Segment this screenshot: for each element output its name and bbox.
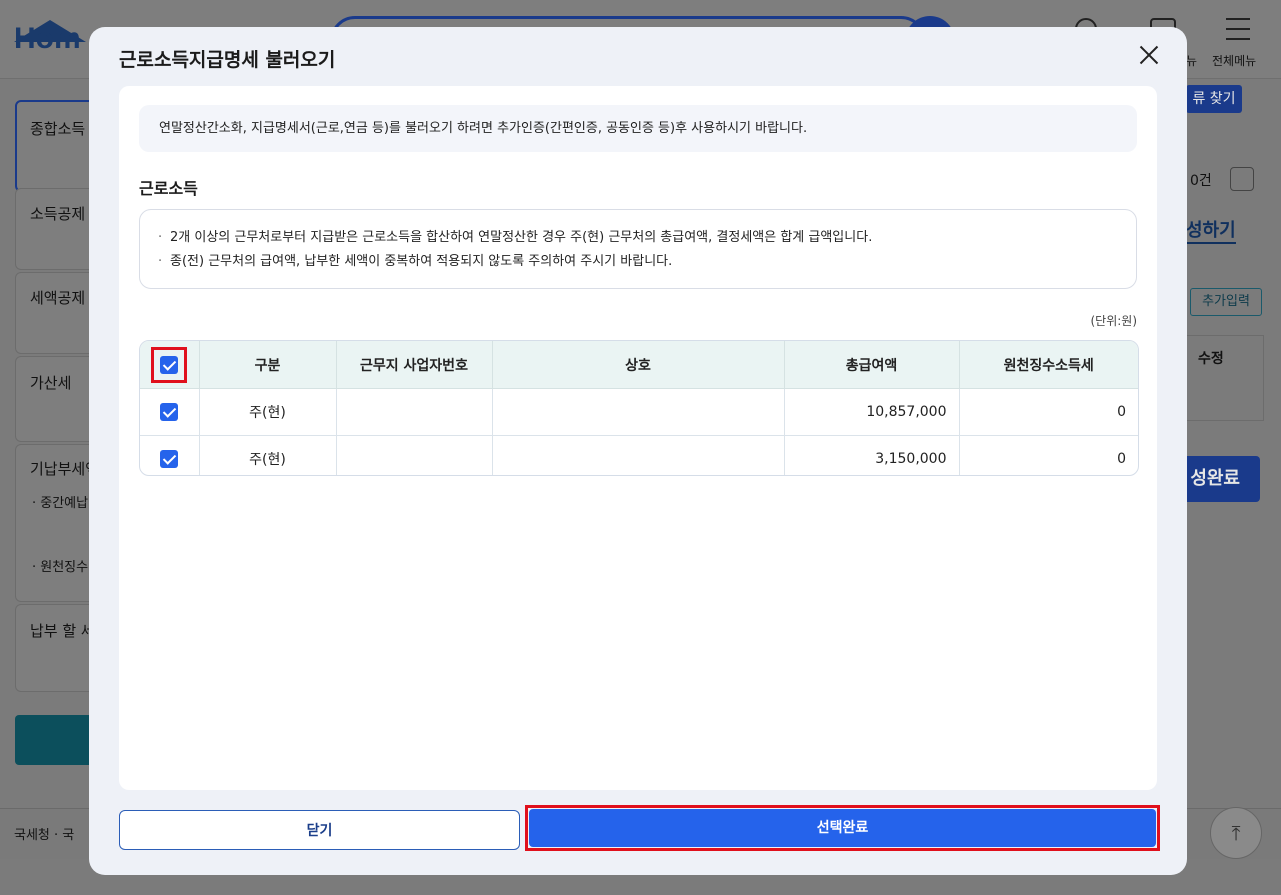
bizno-cell xyxy=(336,435,493,475)
find-document-button[interactable]: 류 찾기 xyxy=(1186,85,1242,113)
name-cell xyxy=(492,388,785,436)
add-input-button[interactable]: 추가입력 xyxy=(1190,288,1262,316)
sidebar-sub-label: · 원천징수 xyxy=(32,560,89,575)
row-checkbox[interactable] xyxy=(160,450,179,468)
table-row[interactable]: 주(현) 3,150,000 0 xyxy=(140,435,1138,475)
site-logo[interactable]: Hom xyxy=(14,22,81,56)
sidebar-card-label: 소득공제 xyxy=(30,205,86,223)
row-checkbox-cell xyxy=(140,435,200,475)
info-line: · 종(전) 근무처의 급여액, 납부한 세액이 중복하여 적용되지 않도록 주의… xyxy=(158,250,1118,274)
write-link[interactable]: 성하기 xyxy=(1186,216,1236,244)
name-cell xyxy=(492,435,785,475)
sidebar-card-label: 가산세 xyxy=(30,374,72,392)
column-header: 구분 xyxy=(199,341,337,389)
info-text: 종(전) 근무처의 급여액, 납부한 세액이 중복하여 적용되지 않도록 주의하… xyxy=(170,254,673,269)
info-line: · 2개 이상의 근무처로부터 지급받은 근로소득을 합산하여 연말정산한 경우 … xyxy=(158,226,1118,250)
import-earned-income-dialog: 근로소득지급명세 불러오기 연말정산간소화, 지급명세서(근로,연금 등)를 불… xyxy=(89,27,1187,875)
sidebar-card-label: 납부 할 세 xyxy=(30,622,95,640)
total-pay-cell: 10,857,000 xyxy=(784,388,960,436)
scroll-top-icon[interactable]: ⤒ xyxy=(1210,807,1262,859)
close-button[interactable]: 닫기 xyxy=(119,810,520,850)
income-table: 구분 근무지 사업자번호 상호 총급여액 원천징수소득세 주(현) 10,857… xyxy=(139,340,1139,476)
select-complete-button[interactable]: 선택완료 xyxy=(529,809,1156,847)
type-cell: 주(현) xyxy=(199,435,337,475)
withholding-tax-cell: 0 xyxy=(1117,451,1126,467)
type-cell: 주(현) xyxy=(199,388,337,436)
total-pay-cell: 3,150,000 xyxy=(784,435,960,475)
select-all-cell xyxy=(140,341,200,389)
background-table-header: 수정 xyxy=(1198,351,1224,367)
bullet-icon: · xyxy=(158,254,163,269)
row-checkbox[interactable] xyxy=(160,403,179,421)
unit-label: (단위:원) xyxy=(1090,314,1137,328)
column-header: 원천징수소득세 xyxy=(959,341,1138,389)
all-menu-label[interactable]: 전체메뉴 xyxy=(1212,52,1256,69)
select-all-checkbox[interactable] xyxy=(160,355,179,374)
row-checkbox-cell xyxy=(140,388,200,436)
bizno-cell xyxy=(336,388,493,436)
close-icon[interactable] xyxy=(1135,41,1163,69)
dialog-body: 연말정산간소화, 지급명세서(근로,연금 등)를 불러오기 하려면 추가인증(간… xyxy=(119,86,1157,790)
sidebar-sub-label: · 중간예납 xyxy=(32,496,89,511)
dialog-title: 근로소득지급명세 불러오기 xyxy=(119,49,336,71)
section-title: 근로소득 xyxy=(139,179,198,198)
trash-icon[interactable] xyxy=(1230,167,1254,191)
column-header: 총급여액 xyxy=(784,341,960,389)
bullet-icon: · xyxy=(158,230,163,245)
withholding-tax-cell: 0 xyxy=(959,388,1138,436)
info-text: 2개 이상의 근무처로부터 지급받은 근로소득을 합산하여 연말정산한 경우 주… xyxy=(170,230,873,245)
info-box: · 2개 이상의 근무처로부터 지급받은 근로소득을 합산하여 연말정산한 경우 … xyxy=(139,209,1137,289)
footer-links[interactable]: 국세청 · 국 xyxy=(14,824,74,843)
sidebar-card-label: 세액공제 xyxy=(30,289,86,307)
header-menu-label-partial: 뉴 xyxy=(1186,54,1198,68)
column-header: 상호 xyxy=(492,341,785,389)
column-header: 근무지 사업자번호 xyxy=(336,341,493,389)
select-all-highlight xyxy=(151,346,188,383)
hamburger-menu-icon[interactable] xyxy=(1226,18,1250,48)
auth-notice: 연말정산간소화, 지급명세서(근로,연금 등)를 불러오기 하려면 추가인증(간… xyxy=(139,105,1137,152)
sidebar-card-label: 종합소득 xyxy=(30,120,86,138)
table-header-row: 구분 근무지 사업자번호 상호 총급여액 원천징수소득세 xyxy=(140,341,1138,389)
table-row[interactable]: 주(현) 10,857,000 0 xyxy=(140,388,1138,436)
attachment-count: 0건 xyxy=(1190,173,1212,189)
